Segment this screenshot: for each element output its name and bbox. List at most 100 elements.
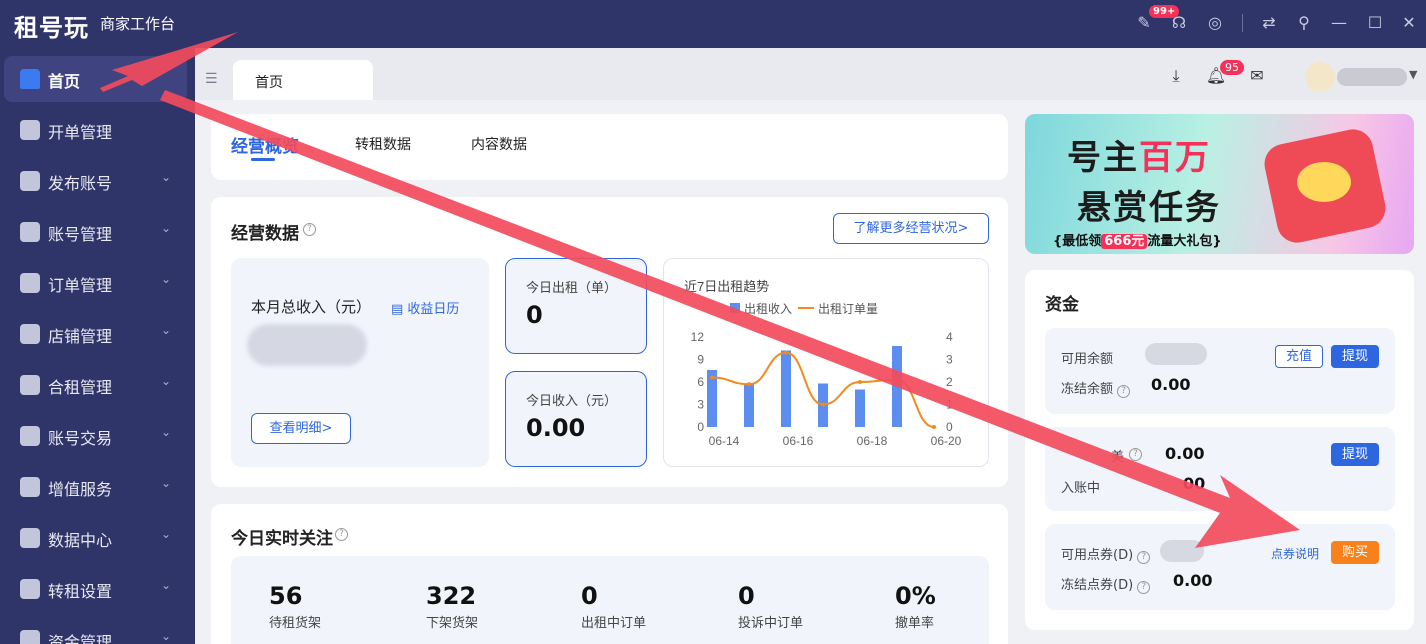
sidebar-item-4[interactable]: 订单管理 ⌄: [4, 260, 187, 306]
sidebar-item-label: 数据中心: [48, 531, 113, 550]
sidebar-item-1[interactable]: 开单管理: [4, 107, 187, 153]
help-icon[interactable]: ?: [1137, 581, 1151, 594]
help-icon[interactable]: ?: [1137, 551, 1151, 564]
sidebar-item-8[interactable]: 增值服务 ⌄: [4, 464, 187, 510]
banner-tagline-c: 流量大礼包}: [1147, 234, 1222, 249]
buy-button[interactable]: 购买: [1331, 541, 1379, 564]
y-left-tick-label: 9: [697, 353, 704, 367]
available-balance-blurred: [1145, 343, 1207, 365]
legend-swatch-bar: [730, 303, 740, 313]
rent-trend-chart-svg: 近7日出租趋势出租收入 出租订单量0369120123406-14 06-16 06-…: [684, 279, 962, 448]
metric-pending-shelves[interactable]: 56 待租货架: [269, 582, 321, 631]
withdraw-button-2[interactable]: 提现: [1331, 443, 1379, 466]
y-left-tick-label: 6: [697, 375, 704, 389]
sidebar-item-10[interactable]: 转租设置 ⌄: [4, 566, 187, 612]
switch-icon[interactable]: ⇄: [1258, 12, 1280, 34]
sidebar-item-7[interactable]: 账号交易 ⌄: [4, 413, 187, 459]
legend-label-line: 出租订单量: [818, 302, 878, 316]
metric-label: 下架货架: [426, 616, 479, 631]
line-point: [932, 425, 936, 429]
inbox-icon[interactable]: ✉: [1246, 66, 1268, 88]
pin-icon[interactable]: ⚲: [1293, 12, 1315, 34]
banner-headline-1: 号主百万: [1067, 130, 1211, 179]
sidebar-item-label: 首页: [48, 72, 81, 91]
home-icon: [20, 69, 40, 89]
line-point: [895, 377, 899, 382]
chevron-down-icon: ⌄: [161, 170, 172, 184]
sidebar-item-5[interactable]: 店铺管理 ⌄: [4, 311, 187, 357]
banner-highlight: 百万: [1139, 138, 1211, 178]
funds-title: 资金: [1045, 295, 1079, 315]
sidebar-item-11[interactable]: 资金管理 ⌄: [4, 617, 187, 644]
help-icon[interactable]: ?: [1117, 385, 1131, 398]
pending-label-fragment: 美: [1111, 450, 1125, 465]
help-icon[interactable]: ?: [303, 223, 316, 236]
line-point: [747, 382, 751, 387]
download-icon[interactable]: ⤓: [1165, 66, 1187, 88]
sidebar-item-label: 店铺管理: [48, 327, 113, 346]
chevron-down-icon: ⌄: [161, 578, 172, 592]
tab-content-data[interactable]: 内容数据: [471, 134, 527, 154]
close-icon[interactable]: ✕: [1398, 12, 1420, 34]
sidebar-item-label: 增值服务: [48, 480, 113, 499]
sidebar-item-label: 转租设置: [48, 582, 113, 601]
funds-card: 资金 可用余额 充值 提现 冻结余额 ? 0.00 美 ? 0.00 提现 入账…: [1025, 270, 1414, 630]
headset-icon[interactable]: ☊: [1168, 12, 1190, 34]
promo-banner[interactable]: 号主百万 悬赏任务 {最低领 666元 流量大礼包}: [1025, 114, 1414, 254]
username-blurred[interactable]: [1337, 68, 1407, 86]
view-details-button[interactable]: 查看明细>: [251, 413, 351, 444]
avatar[interactable]: [1305, 62, 1335, 92]
x-tick-label: 06-20: [931, 434, 962, 448]
metric-cancel-rate[interactable]: 0% 撤单率: [895, 582, 936, 631]
metric-offline-shelves[interactable]: 322 下架货架: [426, 582, 478, 631]
chevron-down-icon: ⌄: [161, 527, 172, 541]
realtime-focus-card: 今日实时关注 ? 56 待租货架 322 下架货架 0 出租中订单 0 投诉中订单 0%…: [211, 504, 1008, 644]
message-badge: 95: [1220, 60, 1244, 75]
upload-icon: [20, 171, 40, 191]
metric-label: 投诉中订单: [738, 616, 804, 631]
line-point: [821, 402, 825, 407]
frozen-coupon-value: 0.00: [1173, 571, 1213, 590]
y-right-tick-label: 3: [946, 353, 953, 367]
monthly-income-box: 本月总收入（元） ▤ 收益日历 查看明细>: [231, 258, 489, 467]
sidebar-item-0[interactable]: 首页: [4, 56, 187, 102]
chevron-down-icon: ⌄: [161, 323, 172, 337]
bar: [892, 346, 902, 427]
sidebar-item-3[interactable]: 账号管理 ⌄: [4, 209, 187, 255]
record-icon[interactable]: ◎: [1204, 12, 1226, 34]
y-right-tick-label: 0: [946, 420, 953, 434]
today-income-value: 0.00: [526, 414, 586, 442]
income-calendar-link[interactable]: ▤ 收益日历: [391, 298, 459, 317]
metric-value: 56: [269, 582, 303, 610]
tab-home[interactable]: 首页: [233, 60, 373, 100]
help-icon[interactable]: ?: [335, 528, 348, 541]
metric-renting-orders[interactable]: 0 出租中订单: [581, 582, 646, 631]
minimize-icon[interactable]: —: [1328, 12, 1350, 34]
learn-more-button[interactable]: 了解更多经营状况>: [833, 213, 989, 244]
withdraw-button[interactable]: 提现: [1331, 345, 1379, 368]
app-subtitle: 商家工作台: [100, 15, 176, 33]
gear-icon: [20, 579, 40, 599]
bar-chart-icon: [20, 528, 40, 548]
sidebar-item-6[interactable]: 合租管理 ⌄: [4, 362, 187, 408]
sidebar-item-label: 发布账号: [48, 174, 113, 193]
coupon-info-link[interactable]: 点券说明: [1271, 545, 1319, 562]
income-calendar-label: 收益日历: [407, 302, 460, 317]
chevron-down-icon: ⌄: [161, 476, 172, 490]
business-data-title: 经营数据: [231, 224, 299, 244]
recharge-button[interactable]: 充值: [1275, 345, 1323, 368]
line-point: [710, 375, 714, 380]
sidebar-item-9[interactable]: 数据中心 ⌄: [4, 515, 187, 561]
chevron-down-icon[interactable]: ▼: [1409, 68, 1417, 81]
tab-business-overview[interactable]: 经营概览: [231, 132, 299, 157]
realtime-focus-title: 今日实时关注: [231, 529, 333, 549]
tab-sublet-data[interactable]: 转租数据: [355, 134, 411, 154]
sidebar-item-2[interactable]: 发布账号 ⌄: [4, 158, 187, 204]
maximize-icon[interactable]: ☐: [1364, 12, 1386, 34]
metric-complaint-orders[interactable]: 0 投诉中订单: [738, 582, 803, 631]
help-icon[interactable]: ?: [1129, 448, 1142, 461]
metric-value: 0%: [895, 582, 936, 610]
collapse-menu-icon[interactable]: ☰: [205, 72, 223, 86]
y-right-tick-label: 4: [946, 330, 953, 344]
x-tick-label: 06-14: [709, 434, 740, 448]
